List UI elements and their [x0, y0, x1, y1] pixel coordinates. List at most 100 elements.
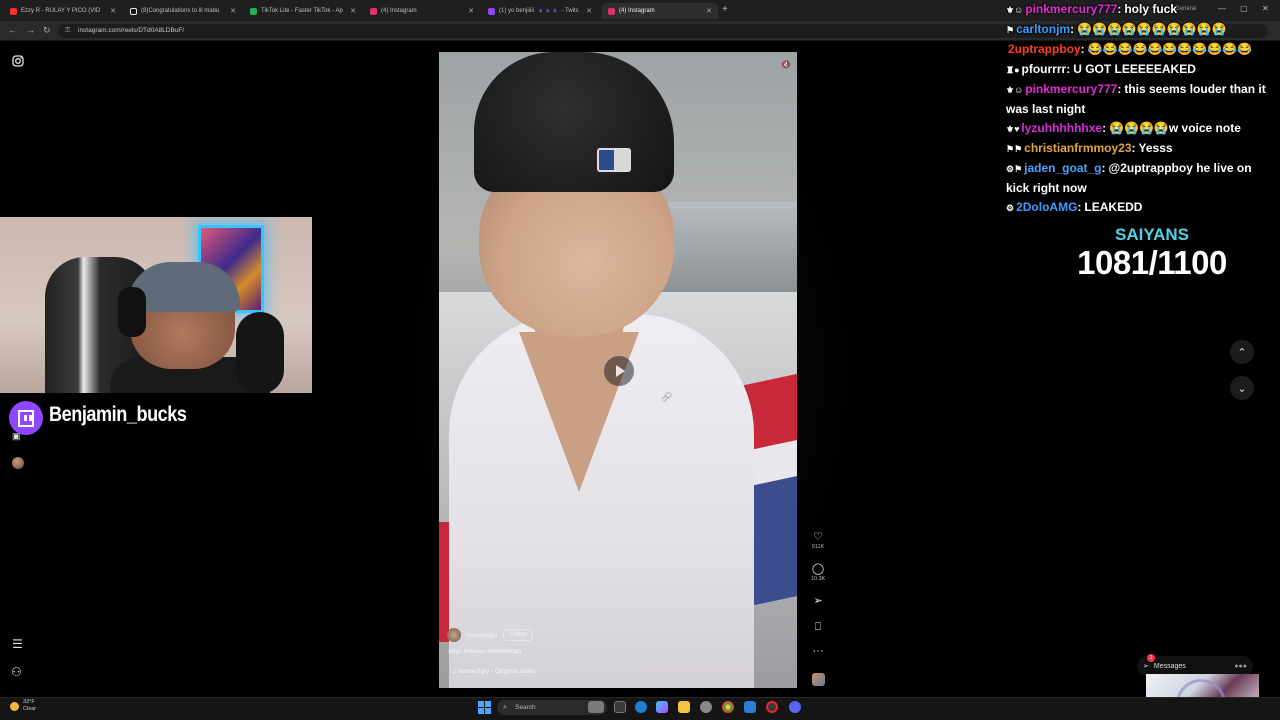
- steam-icon[interactable]: [744, 701, 756, 713]
- tab-instagram-1[interactable]: (4) Instagram ✕: [364, 3, 480, 19]
- chat-separator: :: [1080, 42, 1085, 56]
- chat-separator: :: [1117, 82, 1122, 96]
- comment-icon[interactable]: ◯: [808, 563, 828, 575]
- chat-text: Yesss: [1138, 141, 1173, 155]
- close-icon[interactable]: ✕: [465, 7, 474, 15]
- close-icon[interactable]: ✕: [227, 7, 236, 15]
- tab-label: (4) Instagram: [619, 8, 655, 14]
- twitch-icon: [488, 7, 495, 15]
- chat-badges: ⚜☺: [1006, 5, 1024, 15]
- close-icon[interactable]: ✕: [107, 7, 116, 15]
- chat-separator: :: [1066, 62, 1071, 76]
- author-avatar[interactable]: [447, 628, 461, 642]
- reel-audio[interactable]: ♫ bonnedgio · Original audio: [452, 668, 535, 675]
- tab-tiktok-lite[interactable]: TikTok Lite - Faster TikTok - Ap ✕: [244, 3, 362, 19]
- chevron-up-icon: ⌃: [1237, 346, 1247, 359]
- close-icon[interactable]: ✕: [583, 7, 592, 15]
- chat-username: lyzuhhhhhhxe: [1021, 121, 1103, 135]
- twitch-icon: [9, 401, 43, 435]
- instagram-logo-icon[interactable]: [12, 55, 24, 69]
- obs-icon[interactable]: [766, 701, 778, 713]
- windows-start-icon[interactable]: [478, 701, 491, 714]
- audio-thumbnail[interactable]: [812, 673, 825, 686]
- chat-separator: :: [1070, 22, 1075, 36]
- mute-icon[interactable]: 🔇: [781, 60, 791, 69]
- discord-icon[interactable]: [789, 701, 801, 713]
- more-action[interactable]: ···: [808, 645, 828, 657]
- tab-label: (1) yo benjiiiii: [499, 8, 535, 14]
- more-options-icon[interactable]: ···: [808, 645, 828, 657]
- tab-instagram-active[interactable]: (4) Instagram ✕: [602, 3, 718, 19]
- weather-icon: [10, 701, 19, 711]
- search-highlight-icon[interactable]: [588, 701, 604, 713]
- cap-logo: [597, 148, 631, 172]
- reload-icon[interactable]: ↻: [43, 25, 51, 36]
- new-tab-button[interactable]: +: [722, 4, 728, 15]
- file-explorer-icon[interactable]: [678, 701, 690, 713]
- close-icon[interactable]: ✕: [347, 7, 356, 15]
- settings-icon[interactable]: [700, 701, 712, 713]
- tab-youtube[interactable]: Ezzy R - RULAY Y PICO (VID ✕: [4, 3, 122, 19]
- messages-button[interactable]: ➢ 1 Messages ●●●: [1137, 654, 1253, 676]
- black-cap: [474, 52, 674, 192]
- chat-text: 😭😭😭😭😭😭😭😭😭😭: [1077, 22, 1227, 36]
- copilot-icon[interactable]: [656, 701, 668, 713]
- also-from-meta-icon[interactable]: ⚇: [11, 666, 22, 678]
- headset: [118, 287, 146, 337]
- chat-message: ⚜☺ pinkmercury777: this seems louder than …: [1006, 80, 1278, 119]
- chat-separator: :: [1117, 2, 1122, 16]
- chat-username: pinkmercury777: [1025, 82, 1118, 96]
- chat-message: 2uptrappboy: 😂😂😂😂😂😂😂😂😂😂😂: [1006, 40, 1278, 60]
- chat-message: ♜● pfourrrr: U GOT LEEEEEAKED: [1006, 60, 1278, 80]
- back-icon[interactable]: ←: [8, 25, 17, 35]
- instagram-icon: [608, 7, 615, 15]
- tab-twitch[interactable]: (1) yo benjiiiii ⚘ ⚘ ⚘ - Twitc ✕: [482, 3, 598, 19]
- chat-text: 😂😂😂😂😂😂😂😂😂😂😂: [1087, 42, 1253, 56]
- tab-label: TikTok Lite - Faster TikTok - Ap: [261, 8, 343, 14]
- previous-reel-button[interactable]: ⌃: [1230, 340, 1254, 364]
- author-username[interactable]: bonnedgio: [467, 632, 497, 639]
- chat-text: U GOT LEEEEEAKED: [1073, 62, 1196, 76]
- menu-icon[interactable]: ☰: [12, 638, 23, 650]
- chat-username: pfourrrr: [1021, 62, 1067, 76]
- save-action[interactable]: ⎕: [808, 621, 828, 633]
- chat-message: ⚙ 2DoloAMG: LEAKEDD: [1006, 198, 1278, 218]
- chat-badges: ⚑⚑: [1006, 144, 1023, 154]
- like-action[interactable]: ♡ 911K: [808, 531, 828, 550]
- chevron-down-icon: ⌄: [1237, 382, 1247, 395]
- chat-separator: :: [1131, 141, 1136, 155]
- sub-goal-count: 1081/1100: [1077, 244, 1227, 281]
- comment-count: 10.3K: [810, 576, 826, 582]
- chat-separator: :: [1101, 161, 1106, 175]
- message-avatars: ●●●: [1234, 662, 1247, 670]
- bookmark-icon[interactable]: ⎕: [808, 621, 828, 633]
- weather-temp: 33°F: [23, 699, 35, 705]
- task-view-icon[interactable]: [614, 701, 626, 713]
- edge-icon[interactable]: [635, 701, 647, 713]
- send-icon[interactable]: ➢: [808, 595, 828, 607]
- forward-icon[interactable]: →: [26, 25, 35, 35]
- share-action[interactable]: ➢: [808, 595, 828, 607]
- tab-label: Ezzy R - RULAY Y PICO (VID: [21, 8, 101, 14]
- chat-username: carltonjm: [1016, 22, 1071, 36]
- follow-button[interactable]: Follow: [503, 629, 533, 641]
- send-icon: ➢: [1143, 663, 1149, 670]
- play-button[interactable]: [604, 356, 634, 386]
- chat-message: ⚜☺ pinkmercury777: holy fuck: [1006, 0, 1278, 20]
- tab-tiktok-congrats[interactable]: (8)Congratulations to lil mabu ✕: [124, 3, 242, 19]
- comment-action[interactable]: ◯ 10.3K: [808, 563, 828, 582]
- instagram-icon: [370, 7, 377, 15]
- weather-widget[interactable]: 33°F Clear: [10, 699, 36, 713]
- next-reel-button[interactable]: ⌄: [1230, 376, 1254, 400]
- reel-caption[interactable]: #nyc #nissan #dominican: [448, 648, 521, 655]
- unread-count-badge: 1: [1147, 654, 1155, 662]
- heart-icon[interactable]: ♡: [808, 531, 828, 543]
- tiktok-icon: [130, 7, 137, 15]
- site-info-icon[interactable]: ⚿: [65, 24, 70, 38]
- close-icon[interactable]: ✕: [703, 7, 712, 15]
- chrome-icon[interactable]: [722, 701, 734, 713]
- profile-avatar[interactable]: [12, 457, 24, 469]
- microphone: [236, 312, 284, 393]
- tab-label: (8)Congratulations to lil mabu: [141, 8, 220, 14]
- play-icon: [616, 365, 625, 377]
